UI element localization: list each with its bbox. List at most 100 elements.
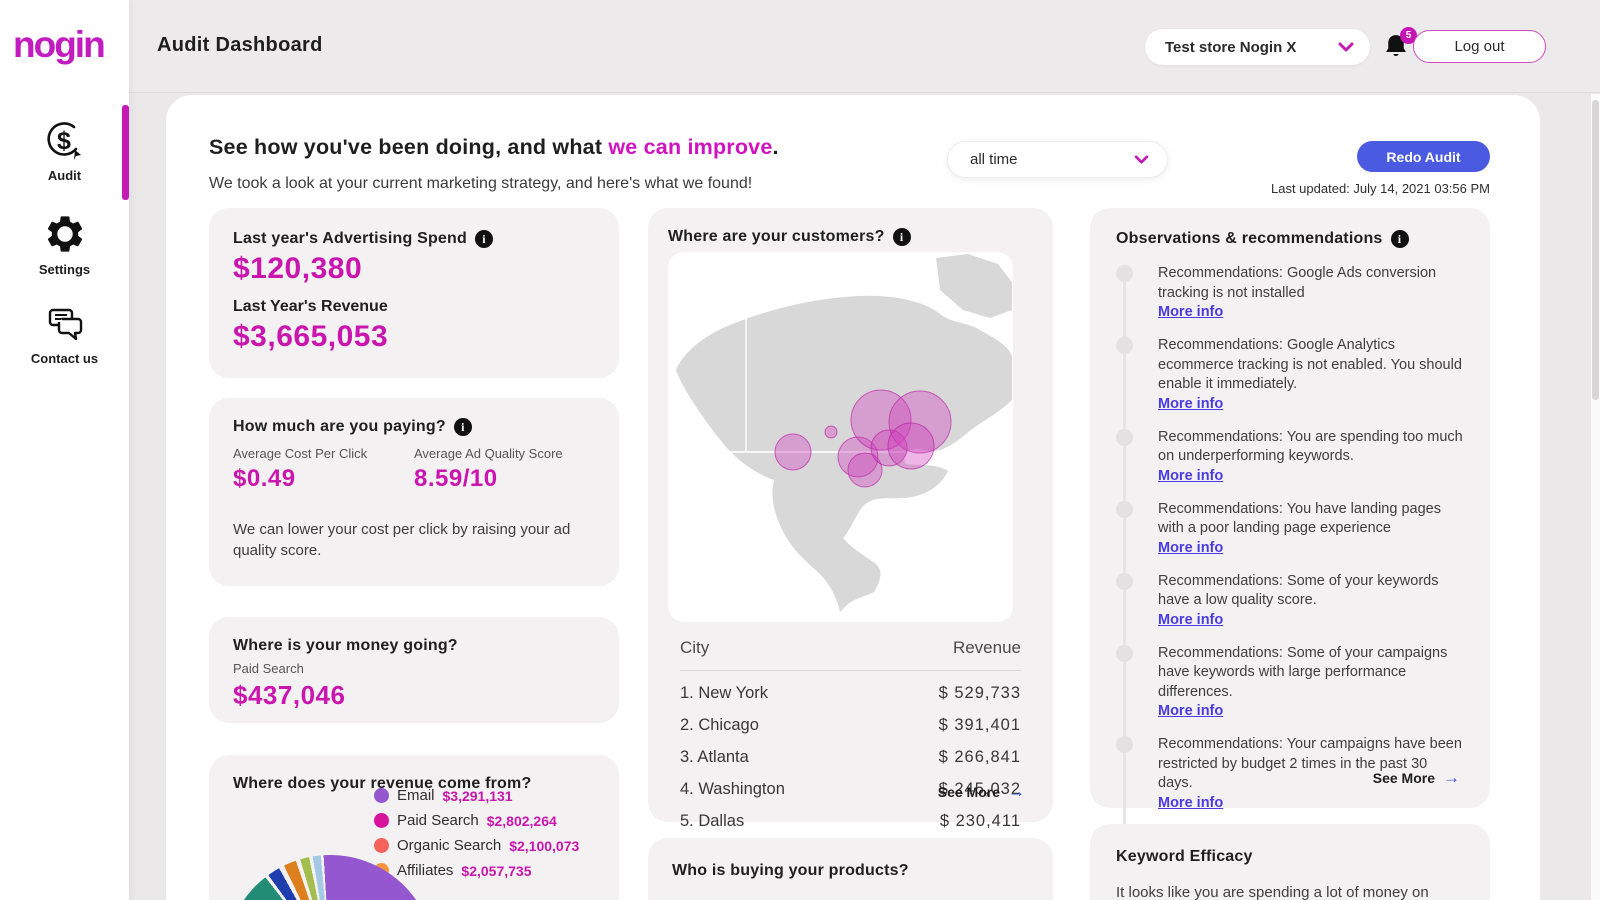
scrollbar[interactable] — [1591, 94, 1600, 900]
spend-card-title: Last year's Advertising Spend i — [233, 230, 493, 248]
scrollbar-thumb[interactable] — [1592, 100, 1599, 400]
paid-search-swatch — [374, 813, 389, 828]
see-more-label: See More — [1373, 770, 1435, 786]
recommendation-item: Recommendations: Google Analytics ecomme… — [1116, 336, 1464, 413]
timeline-dot — [1116, 573, 1133, 590]
more-info-link[interactable]: More info — [1158, 540, 1223, 556]
ad-quality-label: Average Ad Quality Score — [414, 446, 595, 461]
table-header: City Revenue — [680, 638, 1021, 671]
observations-card: Observations & recommendations i Recomme… — [1090, 208, 1490, 808]
advertising-spend-value: $120,380 — [233, 252, 595, 286]
legend-value: $3,291,131 — [443, 788, 513, 804]
audit-dashboard-page: Audit Dashboard Test store Nogin X 5 Log… — [0, 0, 1600, 900]
paid-search-value: $437,046 — [233, 680, 595, 711]
sidebar: nogin $ Audit Settings — [0, 0, 129, 900]
time-filter-dropdown[interactable]: all time — [947, 141, 1168, 178]
timeline-dot — [1116, 645, 1133, 662]
ad-quality-value: 8.59/10 — [414, 465, 595, 493]
more-info-link[interactable]: More info — [1158, 703, 1223, 719]
recommendation-text: Recommendations: You have landing pages … — [1158, 500, 1464, 539]
nogin-logo: nogin — [13, 24, 104, 66]
legend-label: Organic Search — [397, 837, 501, 854]
hero-title-highlight: we can improve — [608, 135, 772, 159]
recommendation-text: Recommendations: Google Ads conversion t… — [1158, 264, 1464, 303]
legend-label: Paid Search — [397, 812, 479, 829]
observations-title: Observations & recommendations i — [1116, 230, 1409, 248]
cpc-value: $0.49 — [233, 465, 414, 493]
more-info-link[interactable]: More info — [1158, 396, 1223, 412]
top-bar: Audit Dashboard Test store Nogin X 5 Log… — [0, 0, 1600, 93]
legend-item: Email $3,291,131 — [374, 787, 579, 804]
recommendation-text: Recommendations: Google Analytics ecomme… — [1158, 336, 1464, 395]
page-title: Audit Dashboard — [157, 34, 323, 57]
keyword-efficacy-card: Keyword Efficacy It looks like you are s… — [1090, 824, 1490, 900]
cpc-label: Average Cost Per Click — [233, 446, 414, 461]
recommendation-item: Recommendations: Google Ads conversion t… — [1116, 264, 1464, 321]
timeline-dot — [1116, 429, 1133, 446]
sidebar-item-contact-label: Contact us — [0, 351, 129, 366]
info-icon[interactable]: i — [1391, 230, 1409, 248]
redo-audit-button[interactable]: Redo Audit — [1357, 141, 1490, 172]
legend-item: Organic Search $2,100,073 — [374, 837, 579, 854]
table-row: 2. Chicago $ 391,401 — [680, 716, 1021, 735]
more-info-link[interactable]: More info — [1158, 468, 1223, 484]
main-content: See how you've been doing, and what we c… — [166, 95, 1540, 900]
hero-title: See how you've been doing, and what we c… — [209, 135, 779, 160]
sidebar-item-settings[interactable]: Settings — [0, 212, 129, 277]
legend-label: Affiliates — [397, 862, 453, 879]
recommendation-item: Recommendations: You are spending too mu… — [1116, 428, 1464, 485]
table-row: 3. Atlanta $ 266,841 — [680, 748, 1021, 767]
money-card-title: Where is your money going? — [233, 637, 458, 655]
store-selector[interactable]: Test store Nogin X — [1145, 29, 1370, 65]
legend-value: $2,802,264 — [487, 813, 557, 829]
chat-bubbles-icon — [0, 305, 129, 345]
customers-see-more-link[interactable]: See More → — [938, 782, 1025, 802]
revenue-cell: $ 266,841 — [939, 748, 1021, 767]
sidebar-item-contact[interactable]: Contact us — [0, 305, 129, 366]
observations-see-more-link[interactable]: See More → — [1373, 768, 1460, 788]
revenue-sources-card: Where does your revenue come from? Email… — [209, 755, 619, 900]
ad-quality-metric: Average Ad Quality Score 8.59/10 — [414, 446, 595, 493]
money-going-card: Where is your money going? Paid Search $… — [209, 617, 619, 723]
spend-card-title-text: Last year's Advertising Spend — [233, 230, 467, 248]
revenue-cell: $ 529,733 — [939, 684, 1021, 703]
recommendation-item: Recommendations: Some of your campaigns … — [1116, 644, 1464, 721]
organic-search-swatch — [374, 838, 389, 853]
last-updated-text: Last updated: July 14, 2021 03:56 PM — [1271, 181, 1490, 196]
arrow-right-icon: → — [1008, 782, 1025, 802]
revenue-title: Last Year's Revenue — [233, 298, 595, 316]
revenue-value: $3,665,053 — [233, 320, 595, 354]
info-icon[interactable]: i — [475, 230, 493, 248]
recommendation-text: Recommendations: You are spending too mu… — [1158, 428, 1464, 467]
recommendation-text: Recommendations: Some of your campaigns … — [1158, 644, 1464, 703]
hero-subtitle: We took a look at your current marketing… — [209, 175, 752, 193]
paying-card-title: How much are you paying? i — [233, 418, 472, 436]
timeline-dot — [1116, 337, 1133, 354]
legend-item: Paid Search $2,802,264 — [374, 812, 579, 829]
legend-label: Email — [397, 787, 435, 804]
legend-item: Affiliates $2,057,735 — [374, 862, 579, 879]
more-info-link[interactable]: More info — [1158, 612, 1223, 628]
recommendation-item: Recommendations: Some of your keywords h… — [1116, 572, 1464, 629]
paid-search-label: Paid Search — [233, 661, 595, 676]
paying-metrics: Average Cost Per Click $0.49 Average Ad … — [233, 446, 595, 493]
store-selector-label: Test store Nogin X — [1165, 39, 1296, 56]
info-icon[interactable]: i — [893, 228, 911, 246]
more-info-link[interactable]: More info — [1158, 795, 1223, 811]
cpc-metric: Average Cost Per Click $0.49 — [233, 446, 414, 493]
sidebar-item-settings-label: Settings — [0, 262, 129, 277]
sidebar-item-audit[interactable]: $ Audit — [0, 120, 129, 183]
info-icon[interactable]: i — [454, 418, 472, 436]
city-cell: 1. New York — [680, 684, 768, 703]
advertising-spend-card: Last year's Advertising Spend i $120,380… — [209, 208, 619, 378]
logout-button[interactable]: Log out — [1413, 30, 1546, 63]
city-cell: 3. Atlanta — [680, 748, 749, 767]
svg-text:$: $ — [57, 127, 71, 155]
legend-value: $2,100,073 — [509, 838, 579, 854]
chevron-down-icon — [1338, 42, 1354, 52]
chevron-down-icon — [1134, 155, 1149, 164]
city-column-header: City — [680, 638, 709, 658]
more-info-link[interactable]: More info — [1158, 304, 1223, 320]
notifications-button[interactable]: 5 — [1383, 33, 1413, 63]
recommendation-item: Recommendations: You have landing pages … — [1116, 500, 1464, 557]
